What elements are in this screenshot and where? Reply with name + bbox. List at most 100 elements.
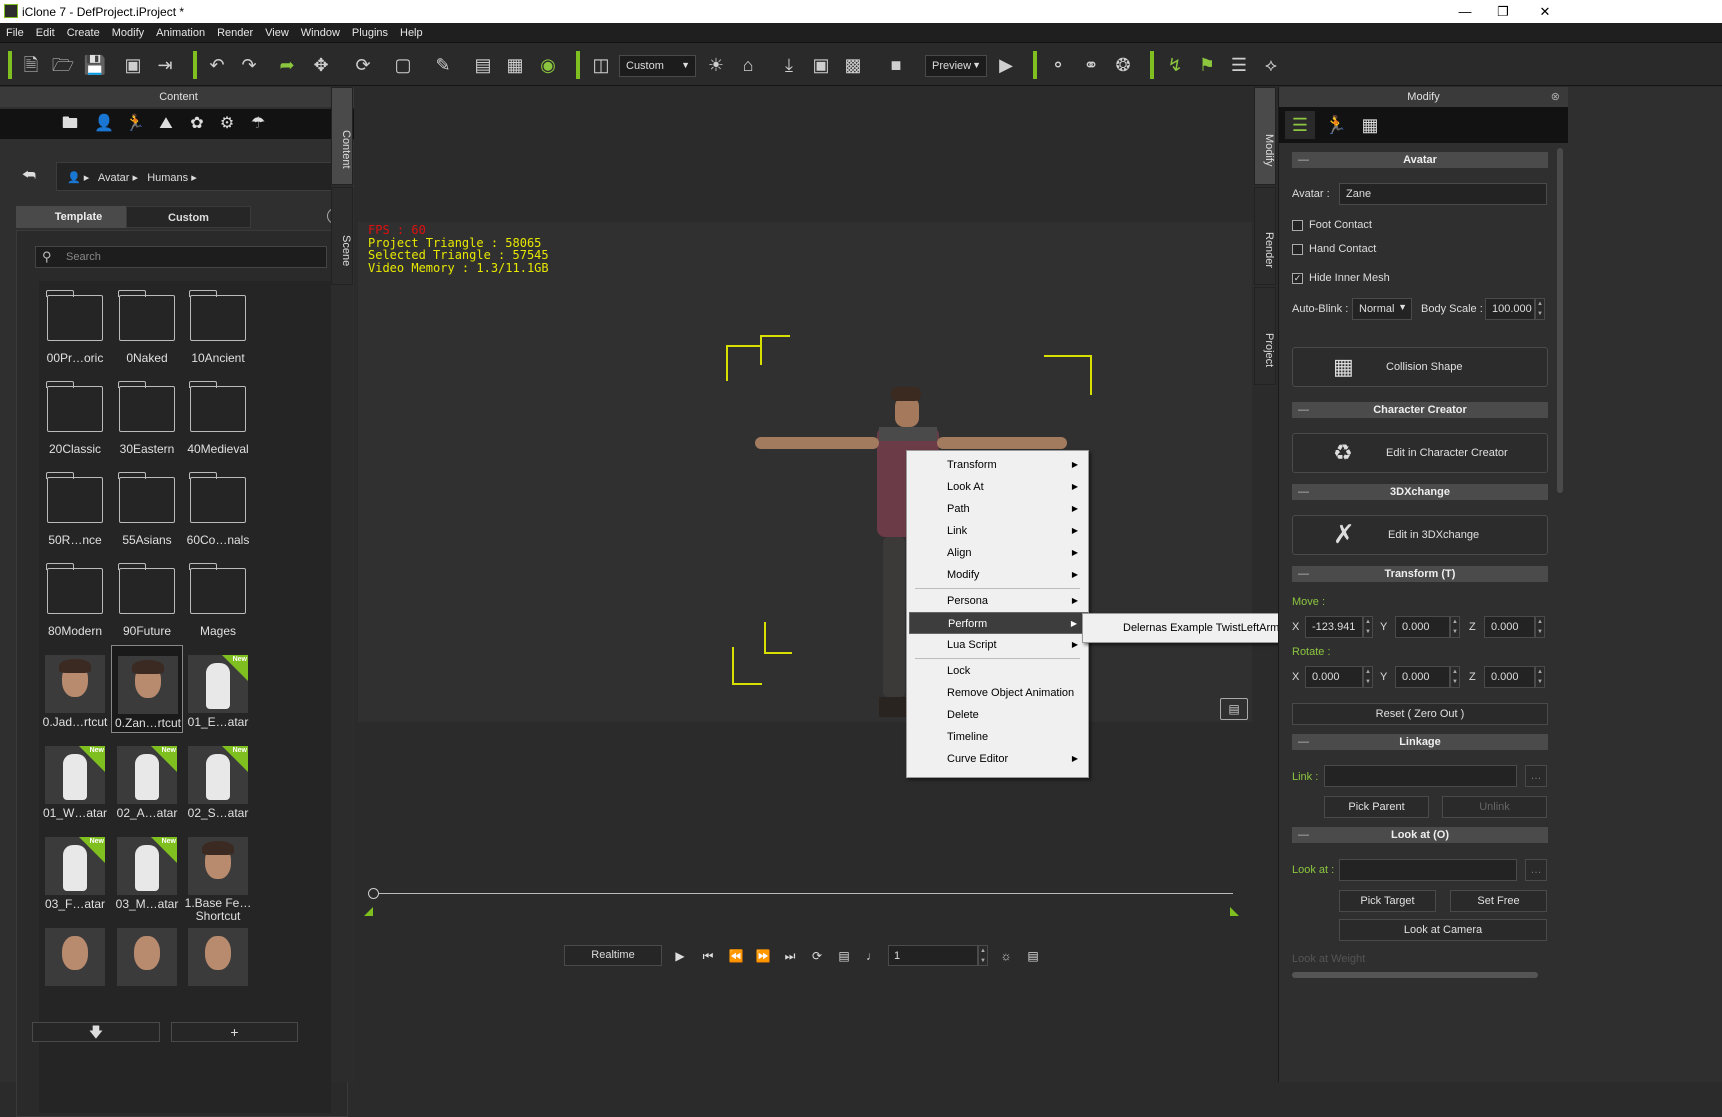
auto-blink-select[interactable]: Normal ▼ bbox=[1352, 298, 1412, 320]
context-menu-item[interactable]: Link ▶ bbox=[909, 520, 1088, 542]
back-arrow-icon[interactable]: ⮪ bbox=[22, 167, 36, 184]
timeline-playhead[interactable] bbox=[368, 888, 379, 899]
video-camera-icon[interactable]: ▶ bbox=[993, 52, 1019, 78]
breadcrumb-avatar[interactable]: Avatar bbox=[98, 172, 130, 184]
look-at-browse-button[interactable]: … bbox=[1525, 859, 1547, 881]
tab-modify-side[interactable]: Modify bbox=[1254, 87, 1276, 185]
avatar-item[interactable]: 0.Jad…rtcut bbox=[39, 645, 111, 733]
motion-icon[interactable]: 🏃 bbox=[120, 113, 150, 135]
rotate-x-spinner[interactable]: ▲ ▼ bbox=[1363, 666, 1373, 688]
edit-in-character-creator-button[interactable]: ♻ Edit in Character Creator bbox=[1292, 433, 1548, 473]
folder-item[interactable]: 20Classic bbox=[39, 372, 111, 460]
camera-fit-icon[interactable]: ▩ bbox=[840, 52, 866, 78]
folder-icon[interactable]: 🖿 bbox=[55, 113, 85, 135]
folder-item[interactable]: 90Future bbox=[111, 554, 183, 642]
hand-contact-checkbox[interactable] bbox=[1292, 244, 1303, 255]
folder-item[interactable]: 40Medieval bbox=[182, 372, 254, 460]
tab-template[interactable]: Template bbox=[16, 206, 141, 228]
section-linkage[interactable]: — Linkage bbox=[1292, 734, 1548, 750]
menu-window[interactable]: Window bbox=[295, 23, 346, 39]
reset-zero-out-button[interactable]: Reset ( Zero Out ) bbox=[1292, 703, 1548, 725]
physics-icon[interactable]: ⚭ bbox=[1078, 52, 1104, 78]
avatar-item[interactable]: New 03_M…atar bbox=[111, 827, 183, 915]
section-character-creator[interactable]: — Character Creator bbox=[1292, 402, 1548, 418]
edit-in-3dxchange-button[interactable]: ✗ Edit in 3DXchange bbox=[1292, 515, 1548, 555]
context-menu-item[interactable]: Align ▶ bbox=[909, 542, 1088, 564]
menu-modify[interactable]: Modify bbox=[106, 23, 150, 39]
tab-scene-side[interactable]: Scene bbox=[331, 187, 353, 285]
undo-icon[interactable]: ↶ bbox=[204, 52, 230, 78]
context-menu-item[interactable]: Lua Script ▶ bbox=[909, 634, 1088, 656]
loop-icon[interactable]: ⟳ bbox=[807, 946, 827, 966]
look-at-camera-button[interactable]: Look at Camera bbox=[1339, 919, 1547, 941]
panel-close-icon[interactable]: ⊗ bbox=[1551, 87, 1560, 107]
menu-file[interactable]: File bbox=[0, 23, 30, 39]
menu-animation[interactable]: Animation bbox=[150, 23, 211, 39]
pick-target-button[interactable]: Pick Target bbox=[1339, 890, 1436, 912]
menu-create[interactable]: Create bbox=[61, 23, 106, 39]
next-frame-icon[interactable]: ⏩ bbox=[753, 946, 773, 966]
rotate-y-field[interactable]: 0.000 bbox=[1395, 666, 1450, 688]
context-menu-item[interactable]: Look At ▶ bbox=[909, 476, 1088, 498]
frame-spinner[interactable]: ▲ ▼ bbox=[978, 945, 988, 966]
move-x-spinner[interactable]: ▲ ▼ bbox=[1363, 616, 1373, 638]
distribute-icon[interactable]: ▦ bbox=[502, 52, 528, 78]
avatar-item[interactable] bbox=[111, 918, 183, 1006]
avatar-item[interactable]: New 03_F…atar bbox=[39, 827, 111, 915]
rotate-icon[interactable]: ⟳ bbox=[350, 52, 376, 78]
viewport-layout-icon[interactable]: ◫ bbox=[588, 52, 614, 78]
body-scale-spinner[interactable]: ▲ ▼ bbox=[1535, 298, 1545, 320]
prev-frame-icon[interactable]: ⏪ bbox=[726, 946, 746, 966]
checklist-icon[interactable]: ☰ bbox=[1226, 52, 1252, 78]
view-mode-select[interactable]: Custom ▼ bbox=[619, 55, 696, 77]
tab-custom[interactable]: Custom bbox=[126, 206, 251, 228]
avatar-item[interactable] bbox=[182, 918, 254, 1006]
section-3dxchange[interactable]: —3DXchange bbox=[1292, 484, 1548, 500]
avatar-item[interactable]: New 02_S…atar bbox=[182, 736, 254, 824]
link-browse-button[interactable]: … bbox=[1525, 765, 1547, 787]
move-y-spinner[interactable]: ▲ ▼ bbox=[1450, 616, 1460, 638]
menu-plugins[interactable]: Plugins bbox=[346, 23, 394, 39]
context-menu-item[interactable]: Transform ▶ bbox=[909, 454, 1088, 476]
gizmo-icon[interactable]: ⟡ bbox=[1258, 52, 1284, 78]
media-icon[interactable]: ⚙ bbox=[212, 113, 242, 135]
folder-item[interactable]: 10Ancient bbox=[182, 281, 254, 369]
horizontal-scrollbar[interactable] bbox=[1292, 972, 1538, 978]
rotate-y-spinner[interactable]: ▲ ▼ bbox=[1450, 666, 1460, 688]
motion-key-icon[interactable]: ↯ bbox=[1162, 52, 1188, 78]
restore-icon[interactable]: ❐ bbox=[1483, 2, 1523, 21]
go-end-icon[interactable]: ⏭ bbox=[780, 946, 800, 966]
settings-sun-icon[interactable]: ☼ bbox=[996, 946, 1016, 966]
context-menu-item[interactable]: Path ▶ bbox=[909, 498, 1088, 520]
menu-render[interactable]: Render bbox=[211, 23, 259, 39]
rotate-z-spinner[interactable]: ▲ ▼ bbox=[1535, 666, 1545, 688]
foot-contact-checkbox[interactable] bbox=[1292, 220, 1303, 231]
context-menu-item[interactable]: Curve Editor ▶ bbox=[909, 748, 1088, 770]
subtitle-icon[interactable]: ▤ bbox=[834, 946, 854, 966]
rotate-x-field[interactable]: 0.000 bbox=[1305, 666, 1363, 688]
avatar-item[interactable]: New 01_W…atar bbox=[39, 736, 111, 824]
context-menu-item[interactable]: Lock bbox=[909, 660, 1088, 682]
context-menu-item[interactable]: Delete bbox=[909, 704, 1088, 726]
set-free-button[interactable]: Set Free bbox=[1450, 890, 1547, 912]
playback-mode-select[interactable]: Realtime bbox=[564, 945, 662, 966]
menu-edit[interactable]: Edit bbox=[30, 23, 61, 39]
stage-icon[interactable]: ⛰ bbox=[151, 113, 181, 135]
folder-item[interactable]: 80Modern bbox=[39, 554, 111, 642]
select-arrow-icon[interactable]: ➦ bbox=[274, 52, 300, 78]
open-folder-icon[interactable]: 🗁 bbox=[50, 52, 76, 78]
checker-material-icon[interactable]: ▦ bbox=[1355, 111, 1385, 139]
tab-project-side[interactable]: Project bbox=[1254, 287, 1276, 385]
avatar-icon[interactable]: 👤 bbox=[89, 113, 119, 135]
avatar-item[interactable]: New 01_E…atar bbox=[182, 645, 254, 733]
unlink-button[interactable]: Unlink bbox=[1442, 796, 1547, 818]
export-icon[interactable]: ⇥ bbox=[152, 52, 178, 78]
frame-selected-icon[interactable]: ▣ bbox=[808, 52, 834, 78]
collision-shape-button[interactable]: ▦ Collision Shape bbox=[1292, 347, 1548, 387]
menu-view[interactable]: View bbox=[259, 23, 295, 39]
look-at-field[interactable] bbox=[1339, 859, 1517, 881]
folder-item[interactable]: 00Pr…oric bbox=[39, 281, 111, 369]
motion-pose-icon[interactable]: 🏃 bbox=[1321, 111, 1351, 139]
3d-viewport[interactable]: FPS : 60 Project Triangle : 58065 Select… bbox=[354, 87, 1254, 1082]
scale-icon[interactable]: ▢ bbox=[390, 52, 416, 78]
